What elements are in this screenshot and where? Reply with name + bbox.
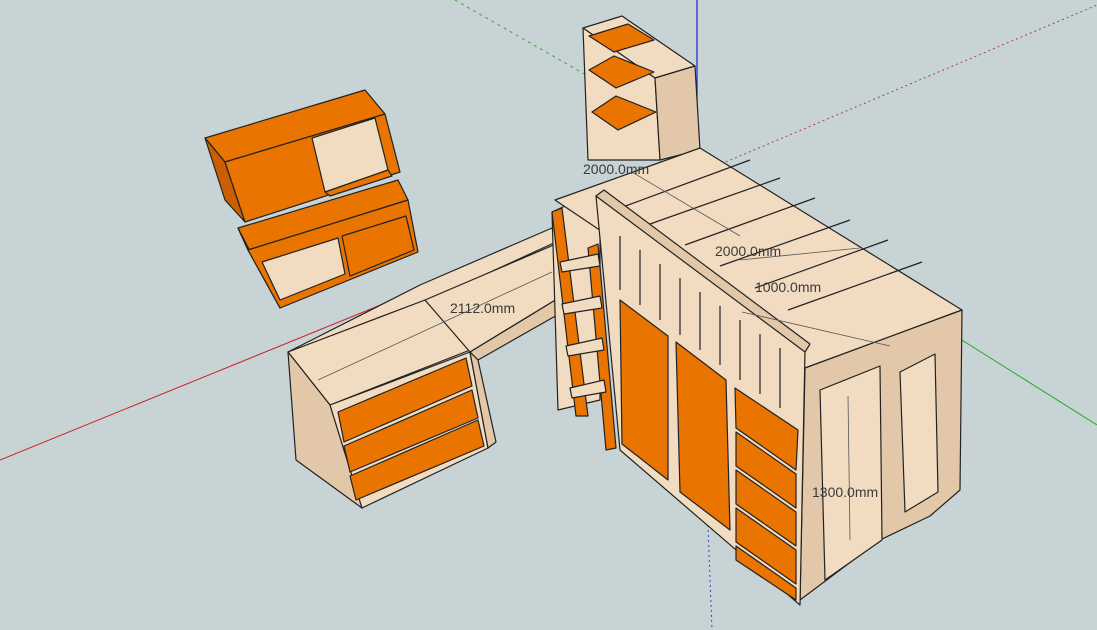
bookshelf[interactable]: [582, 15, 701, 161]
dimension-label[interactable]: 2112.0mm: [450, 300, 515, 316]
sketchup-viewport[interactable]: 2000.0mm 2000.0mm 1000.0mm 2112.0mm 1300…: [0, 0, 1097, 630]
dimension-label[interactable]: 1300.0mm: [812, 484, 878, 500]
dimension-label[interactable]: 2000.0mm: [583, 161, 649, 177]
dimension-label[interactable]: 1000.0mm: [755, 279, 821, 295]
dimension-label[interactable]: 2000.0mm: [715, 243, 781, 259]
model-canvas[interactable]: 2000.0mm 2000.0mm 1000.0mm 2112.0mm 1300…: [0, 0, 1097, 630]
loft-bed[interactable]: [554, 147, 963, 606]
